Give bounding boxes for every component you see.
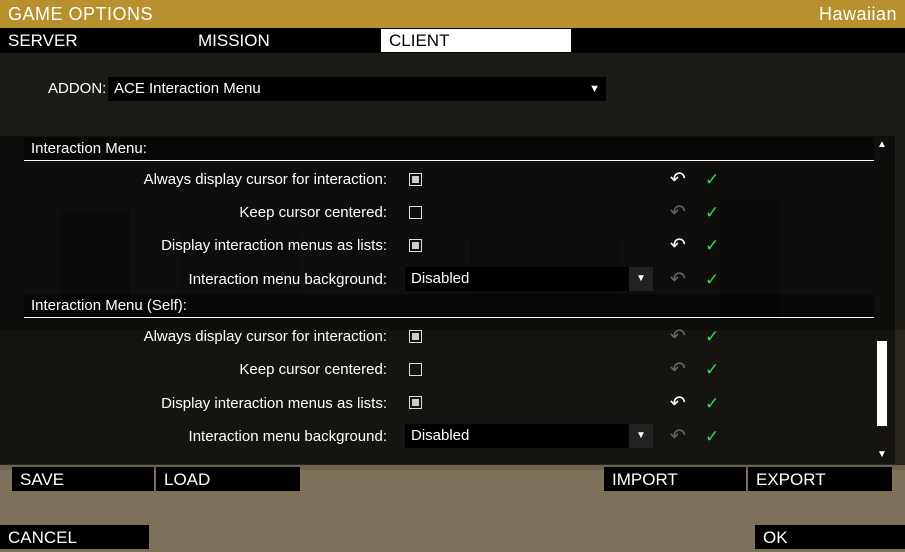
check-icon[interactable]: ✓	[705, 395, 723, 413]
section-header-interaction-menu: Interaction Menu:	[24, 137, 874, 161]
setting-checkbox[interactable]	[409, 363, 422, 376]
check-icon[interactable]: ✓	[705, 361, 723, 379]
setting-label: Keep cursor centered:	[239, 204, 387, 221]
undo-icon[interactable]: ↶	[667, 270, 689, 289]
setting-dropdown[interactable]: Disabled ▼	[405, 267, 653, 291]
setting-label: Always display cursor for interaction:	[143, 328, 387, 345]
check-icon[interactable]: ✓	[705, 171, 723, 189]
tab-server[interactable]: SERVER	[0, 29, 190, 52]
section-header-interaction-menu-self: Interaction Menu (Self):	[24, 294, 874, 318]
addon-select-value: ACE Interaction Menu	[114, 80, 261, 97]
setting-checkbox[interactable]	[409, 330, 422, 343]
undo-icon[interactable]: ↶	[667, 360, 689, 379]
check-icon[interactable]: ✓	[705, 237, 723, 255]
setting-checkbox[interactable]	[409, 173, 422, 186]
import-button[interactable]: IMPORT	[604, 467, 746, 491]
tab-bar: SERVER MISSION CLIENT	[0, 28, 905, 53]
undo-icon[interactable]: ↶	[667, 327, 689, 346]
checkbox-checked-mark	[412, 176, 419, 183]
setting-checkbox[interactable]	[409, 206, 422, 219]
check-icon[interactable]: ✓	[705, 204, 723, 222]
dropdown-value: Disabled	[411, 270, 470, 287]
scroll-down-icon[interactable]: ▼	[877, 449, 887, 460]
undo-icon[interactable]: ↶	[667, 427, 689, 446]
check-icon[interactable]: ✓	[705, 271, 723, 289]
setting-label: Interaction menu background:	[188, 271, 387, 288]
checkbox-checked-mark	[412, 242, 419, 249]
cancel-button[interactable]: CANCEL	[0, 525, 149, 549]
setting-label: Display interaction menus as lists:	[161, 237, 387, 254]
check-icon[interactable]: ✓	[705, 428, 723, 446]
triangle-down-icon: ▼	[589, 83, 600, 95]
checkbox-checked-mark	[412, 333, 419, 340]
setting-dropdown[interactable]: Disabled ▼	[405, 424, 653, 448]
ok-button[interactable]: OK	[755, 525, 905, 549]
export-button[interactable]: EXPORT	[748, 467, 892, 491]
triangle-down-icon: ▼	[629, 267, 653, 291]
player-name: Hawaiian	[818, 3, 897, 24]
undo-icon[interactable]: ↶	[667, 203, 689, 222]
load-button[interactable]: LOAD	[156, 467, 300, 491]
setting-label: Always display cursor for interaction:	[143, 171, 387, 188]
scroll-up-icon[interactable]: ▲	[877, 139, 887, 150]
setting-checkbox[interactable]	[409, 396, 422, 409]
undo-icon[interactable]: ↶	[667, 394, 689, 413]
dropdown-value: Disabled	[411, 427, 470, 444]
setting-label: Keep cursor centered:	[239, 361, 387, 378]
tab-mission[interactable]: MISSION	[190, 29, 380, 52]
addon-label: ADDON:	[48, 80, 107, 97]
save-button[interactable]: SAVE	[12, 467, 154, 491]
scrollbar-thumb[interactable]	[877, 341, 887, 426]
setting-label: Display interaction menus as lists:	[161, 395, 387, 412]
setting-label: Interaction menu background:	[188, 428, 387, 445]
triangle-down-icon: ▼	[629, 424, 653, 448]
title-bar: GAME OPTIONS Hawaiian	[0, 0, 905, 28]
check-icon[interactable]: ✓	[705, 328, 723, 346]
window-title: GAME OPTIONS	[8, 3, 154, 24]
checkbox-checked-mark	[412, 399, 419, 406]
tab-client[interactable]: CLIENT	[381, 29, 571, 52]
addon-select[interactable]: ACE Interaction Menu ▼	[108, 77, 606, 101]
undo-icon[interactable]: ↶	[667, 170, 689, 189]
undo-icon[interactable]: ↶	[667, 236, 689, 255]
setting-checkbox[interactable]	[409, 239, 422, 252]
